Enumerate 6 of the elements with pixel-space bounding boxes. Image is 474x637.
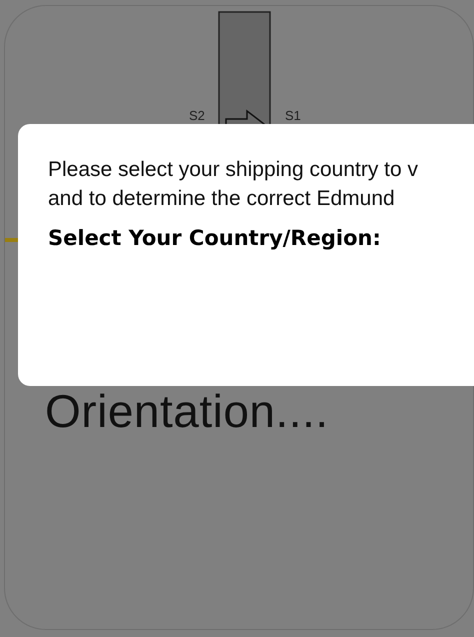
dialog-text: and to determine the correct Edmund bbox=[48, 186, 395, 212]
page-title: Orientation.... bbox=[45, 389, 330, 433]
diagram-label: S2 bbox=[189, 108, 205, 123]
dialog-text: Please select your shipping country to v bbox=[48, 157, 418, 183]
diagram-label: S1 bbox=[285, 108, 301, 123]
dialog-heading: Select Your Country/Region: bbox=[48, 226, 381, 250]
